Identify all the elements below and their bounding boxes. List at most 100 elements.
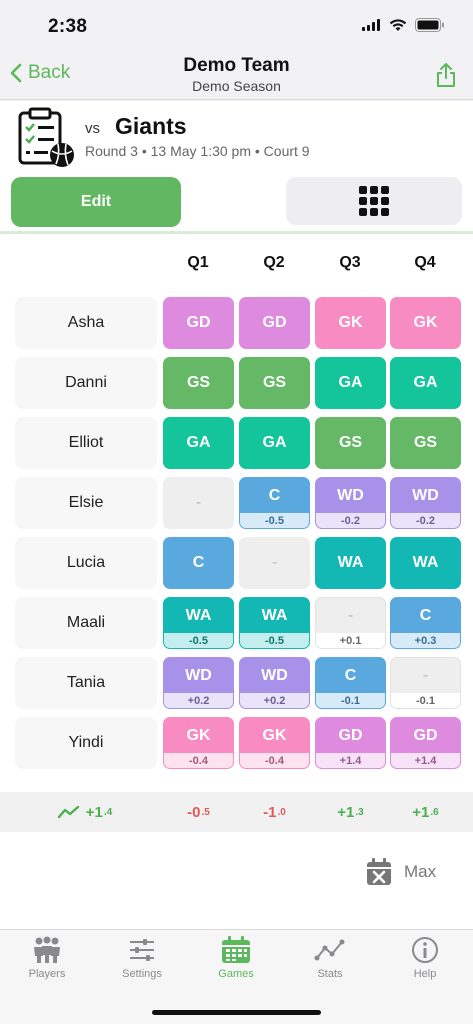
tab-games[interactable]: Games (196, 936, 276, 980)
quarter-total-1: -0.5 (163, 792, 234, 832)
total-value: +1 (412, 803, 430, 821)
overall-total: +1.4 (14, 792, 156, 832)
position-cell-elsie-q3[interactable]: WD -0.2 (315, 477, 386, 529)
share-button[interactable] (435, 62, 457, 93)
position-cell-tania-q4[interactable]: - -0.1 (390, 657, 461, 709)
position-label: WA (261, 606, 288, 624)
tab-games-label: Games (218, 968, 254, 980)
player-name-elliot[interactable]: Elliot (15, 417, 157, 469)
position-label: GK (262, 726, 287, 744)
position-cell-maali-q1[interactable]: WA -0.5 (163, 597, 234, 649)
total-value: +1 (337, 803, 355, 821)
navigation-bar: Back Demo Team Demo Season (0, 50, 473, 100)
player-name-elsie[interactable]: Elsie (15, 477, 157, 529)
position-cell-lucia-q3[interactable]: WA (315, 537, 386, 589)
position-cell-tania-q2[interactable]: WD +0.2 (239, 657, 310, 709)
position-label: GA (338, 374, 363, 391)
player-name-lucia[interactable]: Lucia (15, 537, 157, 589)
position-cell-tania-q1[interactable]: WD +0.2 (163, 657, 234, 709)
max-button[interactable]: Max (366, 858, 436, 886)
player-name-tania[interactable]: Tania (15, 657, 157, 709)
position-cell-tania-q3[interactable]: C -0.1 (315, 657, 386, 709)
position-cell-lucia-q4[interactable]: WA (390, 537, 461, 589)
position-cell-maali-q4[interactable]: C +0.3 (390, 597, 461, 649)
position-cell-asha-q1[interactable]: GD (163, 297, 234, 349)
player-name-asha[interactable]: Asha (15, 297, 157, 349)
position-label: GK (413, 314, 438, 331)
tab-stats[interactable]: Stats (290, 936, 370, 980)
position-label: GA (186, 434, 211, 451)
grid-icon (359, 186, 389, 216)
tab-settings-label: Settings (122, 968, 162, 980)
position-cell-elsie-q4[interactable]: WD -0.2 (390, 477, 461, 529)
position-label: WA (185, 606, 212, 624)
position-cell-danni-q4[interactable]: GA (390, 357, 461, 409)
tab-settings[interactable]: Settings (102, 936, 182, 980)
position-delta: -0.5 (240, 633, 309, 648)
position-cell-asha-q2[interactable]: GD (239, 297, 310, 349)
status-icons (362, 18, 445, 32)
player-name-danni[interactable]: Danni (15, 357, 157, 409)
wifi-icon (389, 18, 407, 31)
position-label: GS (186, 374, 211, 391)
position-delta: +0.3 (391, 633, 460, 648)
position-cell-lucia-q1[interactable]: C (163, 537, 234, 589)
position-cell-elliot-q1[interactable]: GA (163, 417, 234, 469)
position-cell-danni-q1[interactable]: GS (163, 357, 234, 409)
position-label: - (422, 666, 429, 684)
position-cell-elsie-q2[interactable]: C -0.5 (239, 477, 310, 529)
position-cell-yindi-q2[interactable]: GK -0.4 (239, 717, 310, 769)
total-decimal: .4 (103, 806, 113, 818)
player-name-maali[interactable]: Maali (15, 597, 157, 649)
vs-label: vs (85, 120, 100, 137)
position-label: WD (337, 486, 364, 504)
quarter-total-3: +1.3 (315, 792, 386, 832)
position-cell-asha-q3[interactable]: GK (315, 297, 386, 349)
position-cell-lucia-q2[interactable]: - (239, 537, 310, 589)
players-icon (34, 936, 60, 963)
position-label: C (419, 606, 432, 624)
quarter-header-4: Q4 (414, 254, 436, 271)
position-cell-elliot-q2[interactable]: GA (239, 417, 310, 469)
position-cell-elliot-q4[interactable]: GS (390, 417, 461, 469)
position-cell-danni-q3[interactable]: GA (315, 357, 386, 409)
position-delta: -0.4 (164, 753, 233, 768)
position-cell-maali-q2[interactable]: WA -0.5 (239, 597, 310, 649)
quarter-total-4: +1.6 (390, 792, 461, 832)
nav-subtitle: Demo Season (192, 78, 281, 94)
player-name-yindi[interactable]: Yindi (15, 717, 157, 769)
position-cell-yindi-q3[interactable]: GD +1.4 (315, 717, 386, 769)
max-label: Max (404, 862, 437, 881)
signal-icon (362, 19, 380, 31)
position-cell-asha-q4[interactable]: GK (390, 297, 461, 349)
position-label: GD (338, 726, 363, 744)
position-label: - (271, 554, 278, 571)
position-cell-yindi-q1[interactable]: GK -0.4 (163, 717, 234, 769)
tab-players[interactable]: Players (7, 936, 87, 980)
position-label: GK (186, 726, 211, 744)
quarter-total-2: -1.0 (239, 792, 310, 832)
position-label: GS (413, 434, 438, 451)
tab-help[interactable]: Help (385, 936, 465, 980)
position-cell-yindi-q4[interactable]: GD +1.4 (390, 717, 461, 769)
position-label: C (192, 554, 205, 571)
game-lineup-screen: vs Giants Round 3 • 13 May 1:30 pm • Cou… (0, 101, 473, 929)
position-delta: +0.2 (240, 693, 309, 708)
quarter-totals-bar: +1.4 -0.5 -1.0 +1.3 +1.6 (0, 792, 473, 832)
game-details: Round 3 • 13 May 1:30 pm • Court 9 (85, 143, 310, 159)
edit-button[interactable]: Edit (11, 177, 181, 227)
total-value: -0 (187, 803, 201, 821)
position-label: C (344, 666, 357, 684)
position-cell-maali-q3[interactable]: - +0.1 (315, 597, 386, 649)
position-label: GS (262, 374, 287, 391)
position-delta: +0.1 (316, 633, 385, 648)
grid-view-button[interactable] (286, 177, 462, 225)
position-label: WD (261, 666, 288, 684)
position-cell-elliot-q3[interactable]: GS (315, 417, 386, 469)
position-cell-danni-q2[interactable]: GS (239, 357, 310, 409)
battery-icon (415, 18, 444, 32)
stats-icon (314, 939, 345, 961)
position-label: GK (338, 314, 363, 331)
tab-stats-label: Stats (317, 968, 343, 980)
position-cell-elsie-q1[interactable]: - (163, 477, 234, 529)
